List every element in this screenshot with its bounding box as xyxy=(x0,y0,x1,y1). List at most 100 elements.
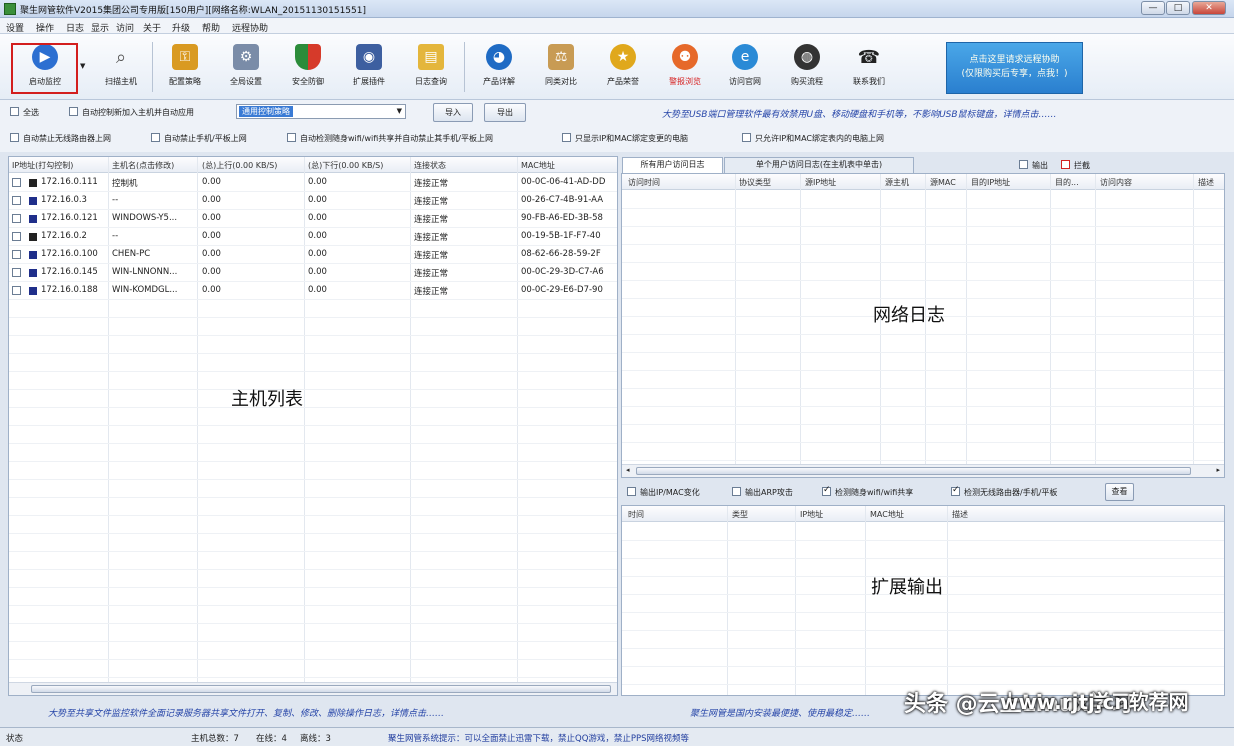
usb-notice-link[interactable]: 大势至USB端口管理软件最有效禁用U盘、移动硬盘和手机等，不影响USB鼠标键盘，… xyxy=(662,107,1057,120)
product-details-button[interactable]: ◕ 产品详解 xyxy=(470,40,528,96)
tab-single-user-log[interactable]: 单个用户访问日志(在主机表中单击) xyxy=(724,157,914,173)
contact-us-button[interactable]: ☎ 联系我们 xyxy=(840,40,898,96)
col-desc[interactable]: 描述 xyxy=(1198,177,1214,188)
col-ext-mac[interactable]: MAC地址 xyxy=(870,509,904,520)
host-row-checkbox[interactable] xyxy=(12,214,21,223)
host-row-checkbox[interactable] xyxy=(12,196,21,205)
extend-plugin-button[interactable]: ◉ 扩展插件 xyxy=(340,40,398,96)
menu-remote-assist[interactable]: 远程协助 xyxy=(232,21,268,34)
visit-website-button[interactable]: e 访问官网 xyxy=(716,40,774,96)
col-upload[interactable]: (总)上行(0.00 KB/S) xyxy=(202,160,277,171)
host-row-checkbox[interactable] xyxy=(12,250,21,259)
remote-assist-banner[interactable]: 点击这里请求远程协助 (仅限购买后专享，点我！) xyxy=(946,42,1083,94)
purchase-process-button[interactable]: ◍ 购买流程 xyxy=(778,40,836,96)
intercept-checkbox[interactable] xyxy=(1061,160,1070,169)
output-checkbox[interactable] xyxy=(1019,160,1028,169)
share-monitor-notice-link[interactable]: 大势至共享文件监控软件全面记录服务器共享文件打开、复制、修改、删除操作日志，详情… xyxy=(48,706,444,719)
contact-us-label: 联系我们 xyxy=(853,77,885,86)
table-row[interactable]: 172.16.0.121 WINDOWS-Y5... 0.00 0.00 连接正常 90-… xyxy=(9,210,617,228)
opt-block-mobile-checkbox[interactable] xyxy=(151,133,160,142)
maximize-button[interactable]: □ xyxy=(1166,1,1190,15)
log-hscroll-thumb[interactable] xyxy=(636,467,1191,475)
table-row[interactable]: 172.16.0.3 -- 0.00 0.00 连接正常 00-26-C7-4B-91-A… xyxy=(9,192,617,210)
global-settings-button[interactable]: ⚙ 全局设置 xyxy=(217,40,275,96)
ext-detect-router-checkbox[interactable] xyxy=(951,485,960,496)
product-honor-button[interactable]: ★ 产品荣誉 xyxy=(594,40,652,96)
opt-detect-wifi-share-checkbox[interactable] xyxy=(287,133,296,142)
log-hscrollbar[interactable]: ◂ ▸ xyxy=(622,464,1224,477)
menu-about[interactable]: 关于 xyxy=(143,21,161,34)
table-row[interactable]: 172.16.0.145 WIN-LNNONN... 0.00 0.00 连接正常 00-… xyxy=(9,264,617,282)
host-hscrollbar[interactable] xyxy=(9,682,617,695)
col-dst-ip[interactable]: 目的IP地址 xyxy=(971,177,1010,188)
menu-settings[interactable]: 设置 xyxy=(6,21,24,34)
menu-operation[interactable]: 操作 xyxy=(36,21,54,34)
col-type[interactable]: 类型 xyxy=(732,509,748,520)
opt-show-changed-checkbox[interactable] xyxy=(562,133,571,142)
import-button[interactable]: 导入 xyxy=(433,103,473,122)
host-cell-ip: 172.16.0.2 xyxy=(41,231,87,241)
table-row[interactable]: 172.16.0.100 CHEN-PC 0.00 0.00 连接正常 08-62-66-… xyxy=(9,246,617,264)
col-protocol[interactable]: 协议类型 xyxy=(739,177,771,188)
ext-detect-wifi-share-checkbox[interactable] xyxy=(822,485,831,496)
menu-display[interactable]: 显示 xyxy=(91,21,109,34)
col-src-host[interactable]: 源主机 xyxy=(885,177,909,188)
col-src-ip[interactable]: 源IP地址 xyxy=(805,177,836,188)
scroll-right-icon[interactable]: ▸ xyxy=(1216,466,1220,474)
auto-control-checkbox[interactable] xyxy=(69,107,78,116)
menu-access[interactable]: 访问 xyxy=(116,21,134,34)
host-hscroll-thumb[interactable] xyxy=(31,685,611,693)
intercept-label: 拦截 xyxy=(1074,161,1090,170)
opt-block-wifi-router-checkbox[interactable] xyxy=(10,133,19,142)
policy-select[interactable]: 通用控制策略 ▼ xyxy=(236,104,406,119)
compare-products-button[interactable]: ⚖ 同类对比 xyxy=(532,40,590,96)
globe-icon: ◕ xyxy=(486,44,512,70)
config-policy-button[interactable]: ⚿ 配置策略 xyxy=(156,40,214,96)
col-content[interactable]: 访问内容 xyxy=(1100,177,1132,188)
minimize-button[interactable]: — xyxy=(1141,1,1165,15)
host-row-checkbox[interactable] xyxy=(12,268,21,277)
opt-allow-bound-checkbox[interactable] xyxy=(742,133,751,142)
tab-all-users-log[interactable]: 所有用户访问日志 xyxy=(622,157,723,173)
host-row-checkbox[interactable] xyxy=(12,286,21,295)
col-status[interactable]: 连接状态 xyxy=(414,160,446,171)
dropdown-arrow-icon[interactable]: ▼ xyxy=(80,62,85,70)
col-ext-desc[interactable]: 描述 xyxy=(952,509,968,520)
host-row-checkbox[interactable] xyxy=(12,232,21,241)
alert-view-button[interactable]: ⚉ 警报浏览 xyxy=(656,40,714,96)
col-dst[interactable]: 目的... xyxy=(1055,177,1079,188)
security-defense-button[interactable]: 安全防御 xyxy=(279,40,337,96)
col-time[interactable]: 时间 xyxy=(628,509,644,520)
table-row[interactable]: 172.16.0.2 -- 0.00 0.00 连接正常 00-19-5B-1F-F7-4… xyxy=(9,228,617,246)
host-cell-ip: 172.16.0.121 xyxy=(41,213,98,223)
scan-host-button[interactable]: ⌕ 扫描主机 xyxy=(92,40,150,96)
col-download[interactable]: (总)下行(0.00 KB/S) xyxy=(308,160,383,171)
table-row[interactable]: 172.16.0.188 WIN-KOMDGL... 0.00 0.00 连接正常 00-… xyxy=(9,282,617,300)
col-access-time[interactable]: 访问时间 xyxy=(628,177,660,188)
menu-log[interactable]: 日志 xyxy=(66,21,84,34)
ext-arp-attack-checkbox[interactable] xyxy=(732,487,741,496)
col-ext-ip[interactable]: IP地址 xyxy=(800,509,823,520)
menu-upgrade[interactable]: 升级 xyxy=(172,21,190,34)
export-button[interactable]: 导出 xyxy=(484,103,526,122)
col-ip[interactable]: IP地址(打勾控制) xyxy=(12,160,73,171)
ext-ipmac-change-checkbox[interactable] xyxy=(627,487,636,496)
product-notice-link[interactable]: 聚生网管是国内安装最便捷、使用最稳定…… xyxy=(690,706,870,719)
log-query-button[interactable]: ▤ 日志查询 xyxy=(402,40,460,96)
col-src-mac[interactable]: 源MAC xyxy=(930,177,956,188)
scroll-left-icon[interactable]: ◂ xyxy=(626,466,630,474)
host-cell-name: 控制机 xyxy=(112,179,138,189)
host-row-checkbox[interactable] xyxy=(12,178,21,187)
col-hostname[interactable]: 主机名(点击修改) xyxy=(112,160,174,171)
network-log-overlay-label: 网络日志 xyxy=(873,305,945,326)
computer-icon xyxy=(29,197,37,205)
col-mac[interactable]: MAC地址 xyxy=(521,160,555,171)
view-button[interactable]: 查看 xyxy=(1105,483,1134,501)
select-all-checkbox[interactable] xyxy=(10,107,19,116)
close-button[interactable]: ✕ xyxy=(1192,1,1226,15)
select-all-label: 全选 xyxy=(23,108,39,117)
product-details-label: 产品详解 xyxy=(483,77,515,86)
menu-help[interactable]: 帮助 xyxy=(202,21,220,34)
host-cell-name: CHEN-PC xyxy=(112,249,151,259)
table-row[interactable]: 172.16.0.111 控制机 0.00 0.00 连接正常 00-0C-06-41-A… xyxy=(9,174,617,192)
